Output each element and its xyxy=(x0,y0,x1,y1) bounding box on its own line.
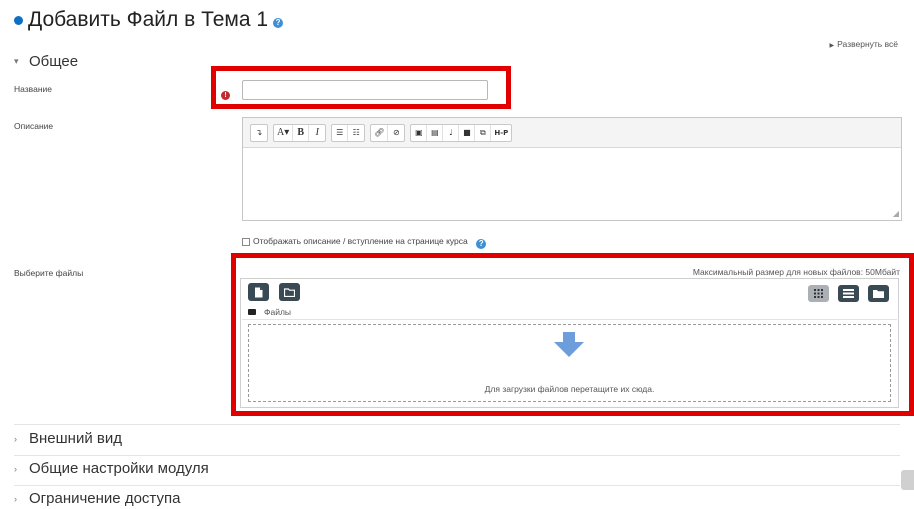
highlight-name-box xyxy=(211,66,511,109)
select-files-label: Выберите файлы xyxy=(14,268,84,278)
resize-grip-icon[interactable]: ◢ xyxy=(893,209,899,218)
toolbar-group-3: ☰ ☷ xyxy=(331,123,366,142)
show-description-checkbox[interactable] xyxy=(242,238,250,246)
section-common-settings-label: Общие настройки модуля xyxy=(29,460,209,477)
h5p-button[interactable]: H-P xyxy=(491,125,511,141)
italic-button[interactable]: I xyxy=(309,125,325,141)
collapse-caret-icon: ▾ xyxy=(14,56,19,66)
font-size-button[interactable]: A▾ xyxy=(274,124,294,141)
section-appearance-label: Внешний вид xyxy=(29,430,122,447)
section-appearance-header[interactable]: › Внешний вид xyxy=(14,430,122,447)
numbered-list-icon[interactable]: ☷ xyxy=(348,125,364,141)
expand-caret-icon: › xyxy=(14,463,17,474)
scroll-handle[interactable] xyxy=(901,470,914,490)
expand-caret-icon: › xyxy=(14,433,17,444)
help-icon[interactable]: ? xyxy=(273,18,284,28)
manage-files-icon[interactable]: ⧉ xyxy=(475,124,492,141)
expand-caret-icon: › xyxy=(14,493,17,504)
link-icon[interactable]: 🔗︎ xyxy=(371,124,389,141)
toolbar-group-4: 🔗︎ ⊘ xyxy=(370,123,406,142)
toolbar-group-5: ▣ ▤ ♩ ■ ⧉ H-P xyxy=(410,123,513,142)
toolbar-collapse-icon[interactable]: ↴ xyxy=(251,125,267,141)
help-icon[interactable]: ? xyxy=(476,239,487,249)
page-title: Добавить Файл в Тема 1 ? xyxy=(14,8,284,32)
expand-caret-icon: ▶ xyxy=(829,43,835,49)
section-general-label: Общее xyxy=(29,53,79,70)
divider xyxy=(14,455,900,456)
highlight-files-box xyxy=(231,253,914,416)
toolbar-group-1: ↴ xyxy=(250,123,268,142)
video-camera-icon[interactable]: ■ xyxy=(459,124,476,141)
section-restrict-access-header[interactable]: › Ограничение доступа xyxy=(14,490,180,507)
section-common-settings-header[interactable]: › Общие настройки модуля xyxy=(14,460,209,477)
section-restrict-access-label: Ограничение доступа xyxy=(29,490,181,507)
page-title-text: Добавить Файл в Тема 1 xyxy=(28,8,269,31)
name-label: Название xyxy=(14,84,52,94)
description-editor[interactable]: ↴ A▾ B I ☰ ☷ 🔗︎ ⊘ ▣ ▤ ♩ ■ ⧉ H-P ◢ xyxy=(242,117,902,221)
section-general-header[interactable]: ▾ Общее xyxy=(14,53,78,70)
divider xyxy=(14,485,900,486)
title-bullet-icon xyxy=(14,15,23,25)
bold-button[interactable]: B xyxy=(293,124,310,141)
description-label: Описание xyxy=(14,121,54,131)
editor-toolbar: ↴ A▾ B I ☰ ☷ 🔗︎ ⊘ ▣ ▤ ♩ ■ ⧉ H-P xyxy=(243,118,901,148)
show-description-label: Отображать описание / вступление на стра… xyxy=(253,236,487,249)
bullet-list-icon[interactable]: ☰ xyxy=(332,124,349,141)
divider xyxy=(14,424,900,425)
image-icon[interactable]: ▣ xyxy=(411,124,428,141)
media-icon[interactable]: ▤ xyxy=(427,124,444,141)
unlink-icon[interactable]: ⊘ xyxy=(388,125,404,141)
microphone-icon[interactable]: ♩ xyxy=(443,124,460,141)
expand-all-link[interactable]: ▶ Развернуть всё xyxy=(830,39,898,49)
toolbar-group-2: A▾ B I xyxy=(273,123,327,142)
